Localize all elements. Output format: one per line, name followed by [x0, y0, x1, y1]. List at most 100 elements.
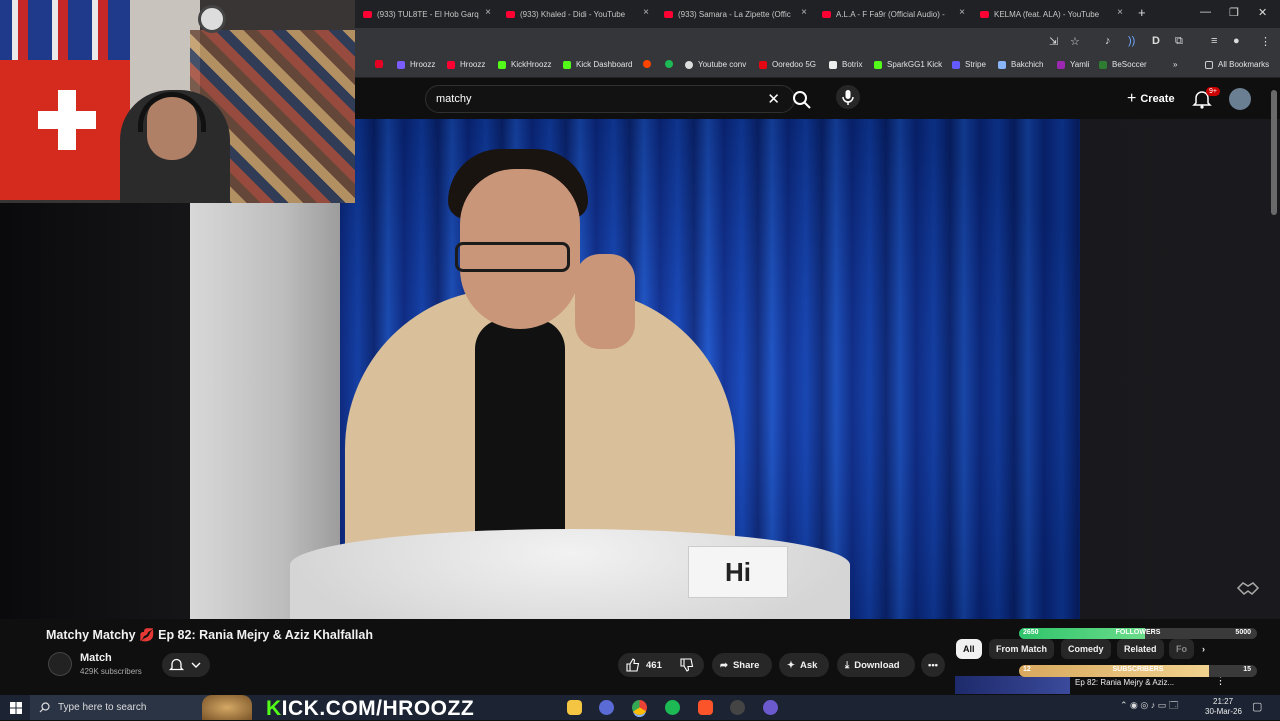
taskbar-search[interactable]: Type here to search — [30, 695, 252, 720]
youtube-favicon-icon — [664, 10, 673, 18]
extension-icon[interactable]: ♪ — [1105, 35, 1111, 47]
tab-title: KELMA (feat. ALA) - YouTube — [994, 9, 1100, 19]
bookmark-item[interactable]: SparkGG1 Kick — [874, 60, 942, 69]
bookmark-favicon-icon — [829, 60, 837, 69]
clear-search-icon[interactable]: ✕ — [767, 90, 780, 108]
create-button[interactable]: + Create — [1119, 86, 1183, 112]
pinterest-icon — [375, 60, 383, 68]
share-icon: ➦ — [720, 659, 728, 671]
bookmarks-overflow-icon[interactable]: » — [1173, 60, 1177, 69]
search-icon[interactable] — [789, 87, 815, 113]
create-label: Create — [1140, 93, 1175, 105]
bookmark-item[interactable]: Bakchich — [998, 60, 1043, 69]
chip-from-match[interactable]: From Match — [989, 639, 1055, 659]
like-dislike-group: 461 — [618, 653, 704, 677]
thumbs-up-icon[interactable] — [626, 658, 640, 672]
browser-tab[interactable]: A.L.A - F Fa9r (Official Audio) - × — [816, 4, 971, 24]
close-tab-icon[interactable]: × — [801, 7, 807, 18]
taskbar-app-icon[interactable] — [730, 700, 745, 715]
thumbs-down-icon[interactable] — [680, 658, 694, 672]
chevron-right-icon[interactable]: › — [1195, 639, 1212, 659]
bookmark-favicon-icon — [998, 60, 1006, 69]
taskbar-time: 21:27 — [1213, 697, 1234, 706]
page-scrollbar[interactable] — [1271, 90, 1277, 215]
bookmark-item[interactable] — [375, 60, 388, 68]
bookmark-item[interactable]: Yamli — [1057, 60, 1089, 69]
minimize-icon[interactable]: — — [1200, 6, 1211, 18]
browser-tab[interactable]: KELMA (feat. ALA) - YouTube × — [974, 4, 1129, 24]
bookmark-item[interactable]: BeSoccer — [1099, 60, 1147, 69]
bookmark-favicon-icon — [1057, 60, 1065, 69]
close-window-icon[interactable]: ✕ — [1258, 6, 1267, 19]
kick-channel-url: KICK.COM/HROOZZ — [266, 697, 474, 721]
close-tab-icon[interactable]: × — [1117, 7, 1123, 18]
bookmark-item[interactable]: Ooredoo 5G — [759, 60, 816, 69]
extension-icon[interactable]: )) — [1128, 35, 1135, 47]
puzzle-extensions-icon[interactable]: ⧉ — [1175, 35, 1183, 48]
close-tab-icon[interactable]: × — [485, 7, 491, 18]
close-tab-icon[interactable]: × — [643, 7, 649, 18]
download-button[interactable]: ⤓ Download — [837, 653, 915, 677]
file-explorer-icon[interactable] — [567, 700, 582, 715]
media-control-icon[interactable]: ≡ — [1211, 35, 1217, 47]
video-title: Matchy Matchy 💋 Ep 82: Rania Mejry & Azi… — [46, 628, 373, 642]
taskbar-date: 30-Mar-26 — [1205, 707, 1242, 716]
bookmark-item[interactable] — [643, 60, 656, 68]
bookmark-item[interactable]: Youtube conv — [685, 60, 746, 69]
ask-button[interactable]: ✦ Ask — [779, 653, 829, 677]
extension-icon[interactable]: D — [1152, 35, 1160, 47]
next-video-title[interactable]: Ep 82: Rania Mejry & Aziz... — [1075, 678, 1174, 687]
install-icon[interactable]: ⇲ — [1049, 35, 1058, 48]
share-button[interactable]: ➦ Share — [712, 653, 772, 677]
new-tab-button[interactable]: + — [1138, 5, 1146, 20]
next-video-thumbnail[interactable] — [955, 676, 1070, 694]
bookmark-item[interactable]: Botrix — [829, 60, 862, 69]
taskbar-app-icon[interactable] — [763, 700, 778, 715]
bookmark-item[interactable]: KickHroozz — [498, 60, 551, 69]
chip-comedy[interactable]: Comedy — [1061, 639, 1111, 659]
bookmark-favicon-icon — [397, 60, 405, 69]
user-avatar[interactable] — [1229, 88, 1251, 110]
chip-partial[interactable]: Fo — [1169, 639, 1194, 659]
tab-title: (933) Khaled - Didi - YouTube — [520, 9, 626, 19]
browser-tab[interactable]: (933) Khaled - Didi - YouTube × — [500, 4, 655, 24]
name-card: Hi — [688, 546, 788, 598]
kick-url-prefix: K — [266, 697, 282, 720]
browser-tab[interactable]: (933) Samara - La Zipette (Offic × — [658, 4, 813, 24]
spotify-icon[interactable] — [665, 700, 680, 715]
more-actions-button[interactable]: ••• — [921, 653, 945, 677]
restore-icon[interactable]: ❐ — [1229, 6, 1239, 19]
bookmark-label: KickHroozz — [511, 60, 552, 69]
system-tray-icons[interactable]: ⌃ ◉ ◎ ♪ ▭ 🗔 — [1120, 698, 1179, 714]
bookmark-item[interactable]: Hroozz — [447, 60, 485, 69]
close-tab-icon[interactable]: × — [959, 7, 965, 18]
bookmark-item[interactable] — [665, 60, 678, 68]
subscription-bell-button[interactable] — [162, 653, 210, 677]
profile-icon[interactable]: ● — [1233, 35, 1240, 47]
brave-icon[interactable] — [698, 700, 713, 715]
channel-name[interactable]: Match — [80, 652, 112, 664]
video-person-hand — [575, 254, 635, 349]
notification-center-icon[interactable]: ▢ — [1252, 700, 1262, 713]
search-input[interactable]: matchy — [436, 93, 471, 105]
bookmark-item[interactable]: Kick Dashboard — [563, 60, 632, 69]
menu-kebab-icon[interactable]: ⋮ — [1260, 35, 1271, 48]
sparkle-icon: ✦ — [787, 659, 795, 671]
chip-all[interactable]: All — [956, 639, 982, 659]
bookmark-item[interactable]: Hroozz — [397, 60, 435, 69]
all-bookmarks-button[interactable]: All Bookmarks — [1205, 60, 1269, 69]
channel-avatar[interactable] — [48, 652, 72, 676]
microphone-icon[interactable] — [836, 85, 860, 109]
search-box[interactable]: matchy ✕ — [425, 85, 795, 113]
bookmark-favicon-icon — [1099, 60, 1107, 69]
chrome-icon[interactable] — [632, 700, 647, 715]
star-bookmark-icon[interactable]: ☆ — [1070, 35, 1080, 48]
browser-tab[interactable]: (933) TUL8TE - El Hob Garq × — [357, 4, 497, 24]
chip-related[interactable]: Related — [1117, 639, 1164, 659]
windows-start-icon[interactable] — [10, 702, 22, 714]
video-person-shirt — [475, 319, 565, 549]
bookmark-favicon-icon — [685, 60, 693, 69]
bookmark-item[interactable]: Stripe — [952, 60, 986, 69]
kick-favicon-icon — [563, 60, 571, 69]
taskbar-app-icon[interactable] — [599, 700, 614, 715]
